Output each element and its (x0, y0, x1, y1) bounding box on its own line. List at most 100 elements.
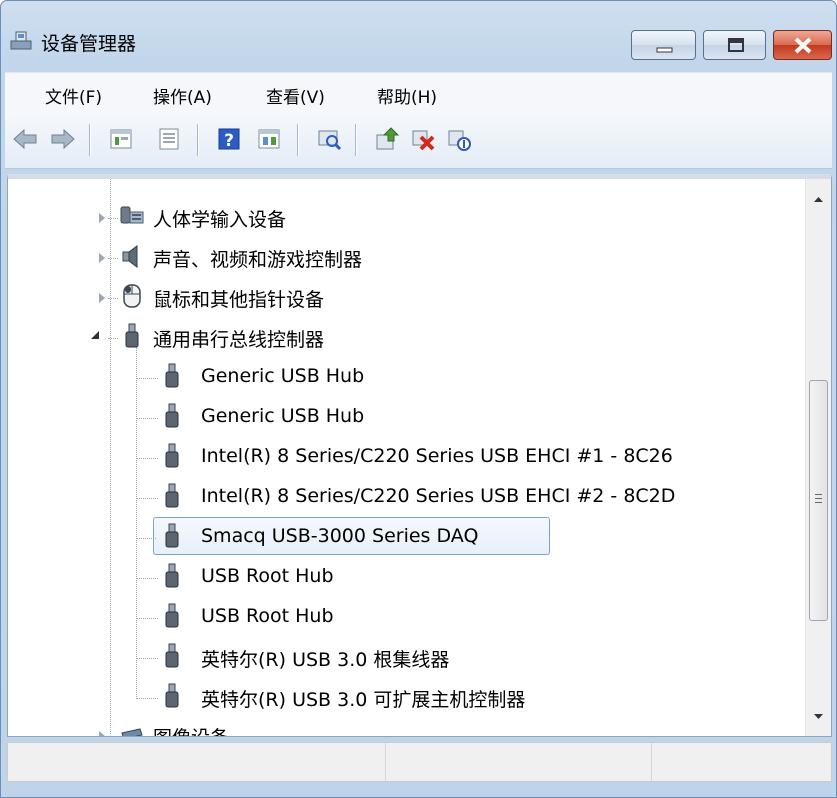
expand-arrow-icon[interactable] (99, 213, 105, 223)
status-pane (386, 743, 652, 781)
tree-connector (108, 338, 118, 339)
tree-category-label: 人体学输入设备 (153, 209, 287, 231)
device-label: Intel(R) 8 Series/C220 Series USB EHCI #… (201, 445, 673, 467)
scan-hardware-icon[interactable] (315, 125, 343, 153)
device-manager-app-icon (10, 31, 32, 50)
tree-category-imaging[interactable]: 图像设备 (8, 714, 798, 737)
usb-device-icon (165, 403, 179, 428)
svg-text:?: ? (224, 131, 234, 151)
maximize-icon (728, 38, 744, 52)
toolbar-separator (197, 124, 199, 156)
vertical-scrollbar[interactable] (805, 179, 831, 737)
usb-device-icon (165, 563, 179, 588)
tree-connector (108, 298, 118, 299)
menu-help[interactable]: 帮助(H) (377, 83, 437, 108)
tree-device-item[interactable]: USB Root Hub (8, 556, 798, 596)
device-manager-window: 设备管理器 文件(F) 操作(A) 查看(V) 帮助(H) ? 人体学输入设备 … (0, 0, 837, 798)
tree-device-item[interactable]: 英特尔(R) USB 3.0 可扩展主机控制器 (8, 676, 798, 716)
window-title: 设备管理器 (41, 33, 137, 55)
scroll-down-arrow-icon[interactable] (806, 697, 831, 737)
status-bar (7, 742, 832, 782)
expand-arrow-icon[interactable] (99, 293, 105, 303)
minimize-icon (656, 47, 673, 53)
show-hidden-icon[interactable] (255, 125, 283, 153)
tree-connector (136, 538, 156, 539)
usb-device-icon (165, 603, 179, 628)
device-label: Generic USB Hub (201, 405, 365, 427)
disable-device-icon[interactable] (445, 125, 473, 153)
device-label: USB Root Hub (201, 605, 334, 627)
device-label: 英特尔(R) USB 3.0 可扩展主机控制器 (201, 689, 526, 711)
tree-device-item-selected[interactable]: Smacq USB-3000 Series DAQ (8, 516, 798, 556)
usb-device-icon (165, 483, 179, 508)
toolbar-separator (297, 124, 299, 156)
tree-device-item[interactable]: Generic USB Hub (8, 396, 798, 436)
print-icon[interactable] (155, 125, 183, 153)
device-label: 英特尔(R) USB 3.0 根集线器 (201, 649, 450, 671)
status-pane (8, 743, 386, 781)
expand-arrow-icon[interactable] (99, 253, 105, 263)
tree-connector (108, 258, 118, 259)
keyboard-hid-icon (120, 206, 144, 224)
title-bar[interactable]: 设备管理器 (1, 1, 836, 61)
uninstall-device-icon[interactable] (409, 125, 437, 153)
tree-device-item[interactable]: Generic USB Hub (8, 356, 798, 396)
update-driver-icon[interactable] (373, 125, 401, 153)
device-tree[interactable]: 人体学输入设备 声音、视频和游戏控制器 鼠标和其他指针设备 通用串行总线控制器 … (7, 174, 832, 737)
tree-connector (136, 378, 158, 379)
device-label: USB Root Hub (201, 565, 334, 587)
usb-device-icon (165, 363, 179, 388)
collapse-arrow-icon[interactable] (91, 331, 99, 339)
usb-plug-icon (125, 323, 139, 348)
scanner-icon (121, 728, 143, 736)
status-pane (652, 743, 831, 781)
tree-category-label: 通用串行总线控制器 (153, 329, 325, 351)
usb-device-icon (165, 523, 179, 548)
tree-connector (136, 698, 158, 699)
tree-connector (108, 218, 118, 219)
device-label: Generic USB Hub (201, 365, 365, 387)
menu-bar: 文件(F) 操作(A) 查看(V) 帮助(H) (5, 72, 832, 111)
tree-category-usb[interactable]: 通用串行总线控制器 (8, 316, 798, 356)
tree-category-sound[interactable]: 声音、视频和游戏控制器 (8, 236, 798, 276)
tree-category-hid[interactable]: 人体学输入设备 (8, 196, 798, 236)
tree-connector (136, 618, 158, 619)
maximize-button[interactable] (703, 30, 766, 60)
tree-connector (136, 578, 158, 579)
scroll-grip-icon (815, 494, 822, 503)
toolbar: ? (5, 110, 832, 169)
toolbar-separator (89, 124, 91, 156)
mouse-icon (123, 284, 141, 308)
menu-view[interactable]: 查看(V) (266, 83, 325, 108)
close-icon (794, 37, 812, 54)
scroll-up-arrow-icon[interactable] (806, 179, 831, 219)
tree-connector (136, 658, 158, 659)
tree-device-item[interactable]: 英特尔(R) USB 3.0 根集线器 (8, 636, 798, 676)
help-icon[interactable]: ? (215, 125, 243, 153)
device-label: Smacq USB-3000 Series DAQ (201, 525, 479, 547)
tree-device-item[interactable]: USB Root Hub (8, 596, 798, 636)
close-button[interactable] (773, 30, 832, 60)
menu-action[interactable]: 操作(A) (153, 83, 212, 108)
back-arrow-icon[interactable] (11, 125, 39, 153)
tree-device-item[interactable]: Intel(R) 8 Series/C220 Series USB EHCI #… (8, 436, 798, 476)
tree-category-label: 声音、视频和游戏控制器 (153, 249, 363, 271)
tree-category-label: 图像设备 (153, 723, 229, 736)
tree-connector (136, 418, 158, 419)
tree-connector (108, 736, 118, 737)
tree-device-item[interactable]: Intel(R) 8 Series/C220 Series USB EHCI #… (8, 476, 798, 516)
usb-device-icon (165, 643, 179, 668)
properties-view-icon[interactable] (107, 125, 135, 153)
usb-device-icon (165, 683, 179, 708)
minimize-button[interactable] (631, 30, 696, 60)
tree-connector (136, 458, 158, 459)
toolbar-separator (355, 124, 357, 156)
expand-arrow-icon[interactable] (99, 731, 105, 736)
tree-category-mouse[interactable]: 鼠标和其他指针设备 (8, 276, 798, 316)
tree-category-label: 鼠标和其他指针设备 (153, 289, 325, 311)
speaker-icon (122, 245, 138, 268)
forward-arrow-icon[interactable] (49, 125, 77, 153)
scrollbar-thumb[interactable] (809, 380, 828, 621)
device-label: Intel(R) 8 Series/C220 Series USB EHCI #… (201, 485, 676, 507)
menu-file[interactable]: 文件(F) (45, 83, 102, 108)
